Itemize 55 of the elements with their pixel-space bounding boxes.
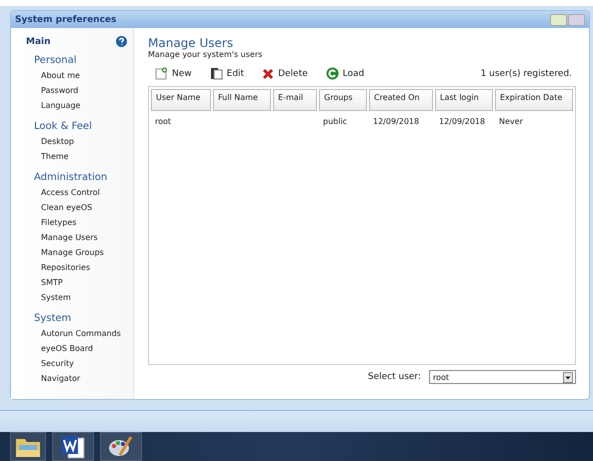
delete-icon [262,68,274,80]
user-select[interactable]: root [429,370,576,384]
sidebar-item[interactable]: System [34,290,133,305]
sidebar-item[interactable]: Repositories [34,260,133,275]
new-button[interactable]: New [155,67,192,80]
select-user-label: Select user: [368,372,421,382]
sidebar-item[interactable]: About me [34,68,133,83]
delete-button[interactable]: Delete [262,68,308,80]
help-icon[interactable] [116,36,127,47]
window-title: System preferences [15,14,116,24]
user-count: 1 user(s) registered. [480,68,573,78]
table-cell-text: 12/09/2018 [438,116,486,128]
taskbar-button[interactable] [52,432,94,461]
column-header[interactable]: User Name [151,89,211,111]
sidebar-item[interactable]: Password [34,83,133,98]
column-header[interactable]: Expiration Date [495,89,573,111]
column-header[interactable]: Full Name [213,89,271,111]
new-document-icon [155,67,168,80]
sidebar-item[interactable]: Language [34,98,133,113]
table-cell-text: public [322,116,348,128]
sidebar-item[interactable]: Access Control [34,185,133,200]
sidebar-item[interactable]: Manage Users [34,230,133,245]
sidebar-item[interactable]: eyeOS Board [34,341,133,356]
column-header[interactable]: Last login [435,89,493,111]
sidebar-header: Main [26,36,51,46]
palette-icon [108,434,134,458]
page-subtitle: Manage your system's users [148,50,262,59]
sidebar-group-title: System [34,313,72,324]
sidebar-item[interactable]: Navigator [34,371,133,386]
table-cell-text: 12/09/2018 [372,116,420,128]
column-header[interactable]: Groups [319,89,367,111]
sidebar-item[interactable]: Clean eyeOS [34,200,133,215]
sidebar-item[interactable]: Autorun Commands [34,326,133,341]
column-header[interactable]: Created On [369,89,433,111]
sidebar-item[interactable]: Desktop [34,134,133,149]
page-title: Manage Users [148,36,234,50]
document-app-icon [60,434,86,458]
clipboard-icon [210,67,223,80]
sidebar-group-title: Administration [34,172,108,183]
taskbar-button[interactable] [100,432,142,461]
refresh-icon [326,67,339,80]
caret-icon [563,372,573,382]
table-cell-text: root [154,116,172,128]
sidebar-item[interactable]: Security [34,356,133,371]
sidebar-item[interactable]: Filetypes [34,215,133,230]
sidebar-item[interactable]: Manage Groups [34,245,133,260]
taskbar-button[interactable] [10,432,46,461]
table-cell-text: Never [498,116,524,128]
sidebar-item[interactable]: SMTP [34,275,133,290]
sidebar-group-title: Personal [34,55,78,66]
sidebar-group-title: Look & Feel [34,121,93,132]
load-button[interactable]: Load [326,67,364,80]
edit-button[interactable]: Edit [210,67,244,80]
column-header[interactable]: E-mail [273,89,317,111]
sidebar-item[interactable]: Theme [34,149,133,164]
